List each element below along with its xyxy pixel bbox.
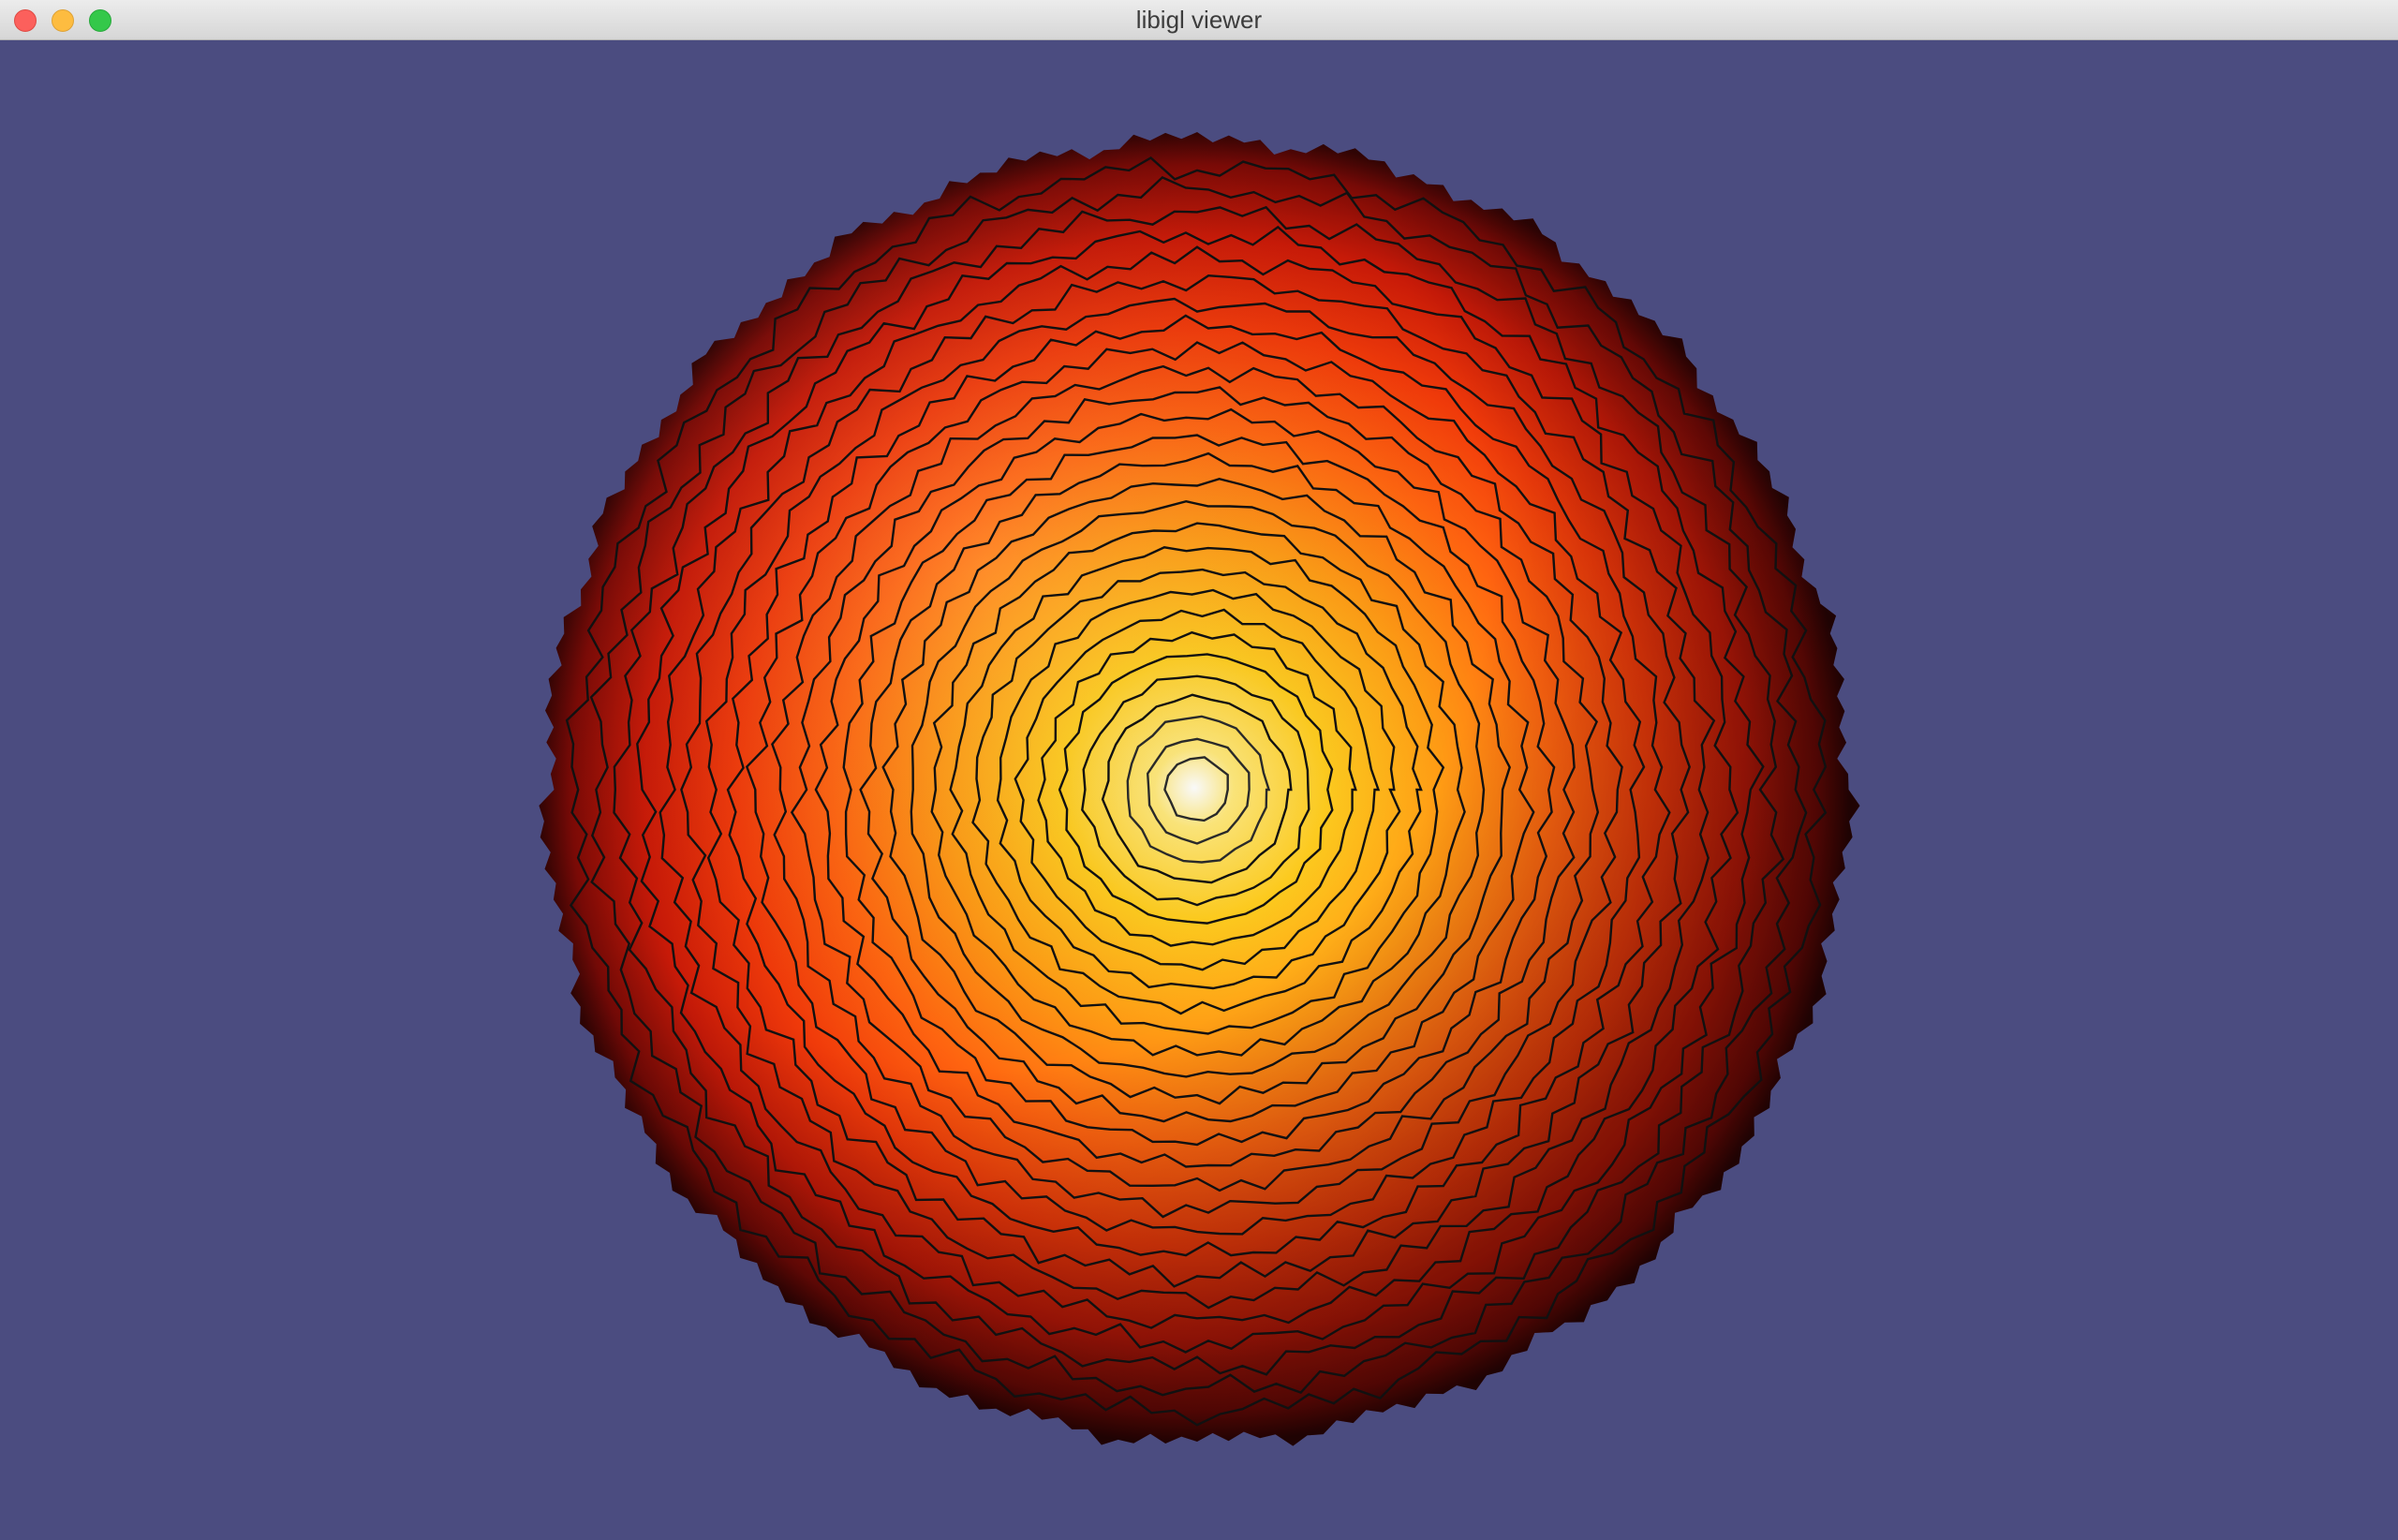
sphere-shading <box>539 132 1860 1446</box>
3d-viewport[interactable] <box>0 40 2398 1540</box>
mesh-render[interactable] <box>0 40 2398 1540</box>
app-window: libigl viewer <box>0 0 2398 1540</box>
window-title: libigl viewer <box>1135 6 1263 34</box>
title-bar[interactable]: libigl viewer <box>0 0 2398 40</box>
